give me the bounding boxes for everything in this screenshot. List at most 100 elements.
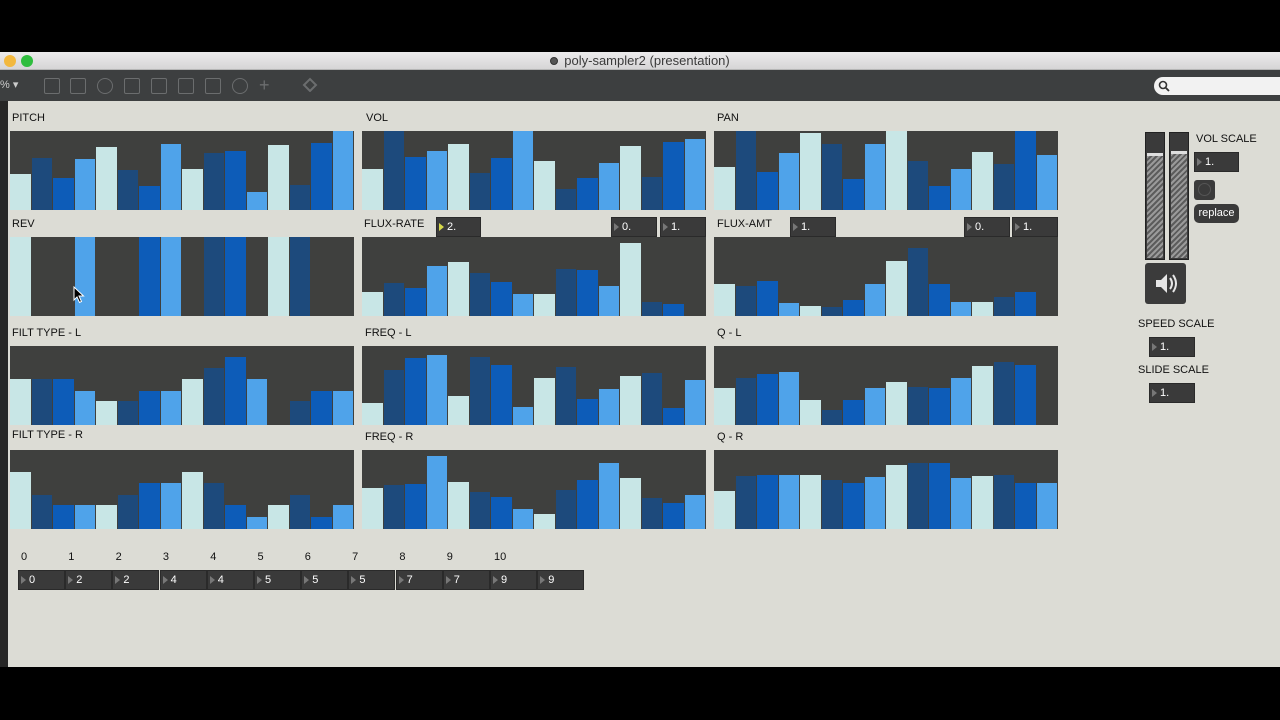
slider-bar[interactable]: [426, 266, 447, 316]
slider-bar[interactable]: [96, 147, 117, 210]
slide-scale-numbox[interactable]: 1.: [1149, 383, 1195, 403]
slider-bar[interactable]: [577, 178, 598, 210]
slider-bar[interactable]: [203, 368, 224, 425]
slider-bar[interactable]: [1015, 131, 1036, 210]
slider-bar[interactable]: [225, 357, 246, 425]
slider-bar[interactable]: [663, 408, 684, 425]
slider-bar[interactable]: [864, 144, 885, 210]
slider-bar[interactable]: [972, 476, 993, 529]
number-box-icon[interactable]: [178, 78, 194, 94]
slider-bar[interactable]: [800, 306, 821, 316]
slider-bar[interactable]: [663, 304, 684, 316]
slider-bar[interactable]: [362, 169, 383, 210]
slider-bar[interactable]: [426, 355, 447, 425]
slider-bar[interactable]: [757, 172, 778, 210]
slider-bar[interactable]: [620, 376, 641, 425]
slider-bar[interactable]: [469, 173, 490, 210]
slider-bar[interactable]: [886, 465, 907, 529]
q-l-multislider[interactable]: [714, 346, 1058, 425]
slider-bar[interactable]: [405, 157, 426, 210]
slider-bar[interactable]: [598, 163, 619, 210]
slider-bar[interactable]: [843, 400, 864, 425]
slider-bar[interactable]: [684, 495, 705, 529]
slider-bar[interactable]: [160, 237, 181, 316]
slider-bar[interactable]: [362, 403, 383, 425]
slider-bar[interactable]: [684, 139, 705, 210]
slider-bar[interactable]: [491, 497, 512, 529]
slider-bar[interactable]: [778, 372, 799, 425]
filt-type-r-multislider[interactable]: [10, 450, 354, 529]
slider-bar[interactable]: [778, 153, 799, 210]
slider-bar[interactable]: [735, 131, 756, 210]
slider-bar[interactable]: [800, 475, 821, 529]
slider-bar[interactable]: [289, 495, 310, 529]
slider-bar[interactable]: [332, 131, 353, 210]
slider-bar[interactable]: [534, 514, 555, 529]
slider-bar[interactable]: [74, 237, 95, 316]
slider-bar[interactable]: [246, 517, 267, 529]
slider-bar[interactable]: [714, 284, 735, 316]
slider-bar[interactable]: [577, 480, 598, 529]
flux-amt-numbox-1[interactable]: 1.: [790, 217, 836, 237]
slider-bar[interactable]: [663, 142, 684, 210]
slider-bar[interactable]: [757, 475, 778, 529]
slider-bar[interactable]: [96, 401, 117, 425]
slider-bar[interactable]: [426, 456, 447, 529]
speed-scale-numbox[interactable]: 1.: [1149, 337, 1195, 357]
step-numbox[interactable]: 5: [301, 570, 349, 590]
slider-bar[interactable]: [203, 483, 224, 529]
pan-multislider[interactable]: [714, 131, 1058, 210]
slider-bar[interactable]: [864, 388, 885, 425]
slider-bar[interactable]: [512, 407, 533, 425]
slider-bar[interactable]: [448, 482, 469, 529]
slider-bar[interactable]: [74, 159, 95, 210]
slider-bar[interactable]: [10, 472, 31, 529]
slider-bar[interactable]: [641, 177, 662, 210]
slider-bar[interactable]: [117, 170, 138, 210]
rev-multislider[interactable]: [10, 237, 354, 316]
flux-amt-multislider[interactable]: [714, 237, 1058, 316]
audio-on-button[interactable]: [1145, 263, 1186, 304]
slider-bar[interactable]: [534, 294, 555, 316]
slider-bar[interactable]: [555, 189, 576, 210]
vol-multislider[interactable]: [362, 131, 706, 210]
flux-amt-numbox-3[interactable]: 1.: [1012, 217, 1058, 237]
slider-bar[interactable]: [225, 505, 246, 529]
slider-bar[interactable]: [469, 492, 490, 529]
slider-bar[interactable]: [469, 273, 490, 316]
slider-bar[interactable]: [534, 378, 555, 425]
replace-button[interactable]: replace: [1194, 204, 1239, 223]
slider-bar[interactable]: [864, 284, 885, 316]
slider-bar[interactable]: [139, 237, 160, 316]
step-numbox[interactable]: 4: [159, 570, 207, 590]
step-numbox[interactable]: 0: [18, 570, 65, 590]
paint-bucket-icon[interactable]: [302, 76, 318, 97]
slider-bar[interactable]: [289, 185, 310, 210]
step-numbox[interactable]: 2: [65, 570, 113, 590]
slider-bar[interactable]: [993, 475, 1014, 529]
freq-l-multislider[interactable]: [362, 346, 706, 425]
slider-bar[interactable]: [735, 476, 756, 529]
slider-bar[interactable]: [950, 169, 971, 210]
vol-scale-numbox[interactable]: 1.: [1194, 152, 1239, 172]
slider-bar[interactable]: [268, 145, 289, 210]
flux-rate-numbox-2[interactable]: 0.: [611, 217, 657, 237]
slider-bar[interactable]: [1036, 483, 1057, 529]
slider-bar[interactable]: [246, 192, 267, 210]
presentation-mode-icon[interactable]: [44, 78, 60, 94]
slider-bar[interactable]: [182, 472, 203, 529]
slider-bar[interactable]: [225, 151, 246, 210]
slider-bar[interactable]: [203, 153, 224, 210]
slider-bar[interactable]: [778, 303, 799, 316]
slider-bar[interactable]: [332, 505, 353, 529]
pitch-multislider[interactable]: [10, 131, 354, 210]
slider-bar[interactable]: [117, 401, 138, 425]
step-numbox[interactable]: 7: [395, 570, 443, 590]
slider-bar[interactable]: [362, 292, 383, 316]
slider-bar[interactable]: [993, 297, 1014, 316]
slider-bar[interactable]: [246, 379, 267, 425]
step-numbox[interactable]: 5: [348, 570, 396, 590]
slider-bar[interactable]: [714, 167, 735, 210]
slider-bar[interactable]: [405, 358, 426, 425]
slider-bar[interactable]: [311, 517, 332, 529]
